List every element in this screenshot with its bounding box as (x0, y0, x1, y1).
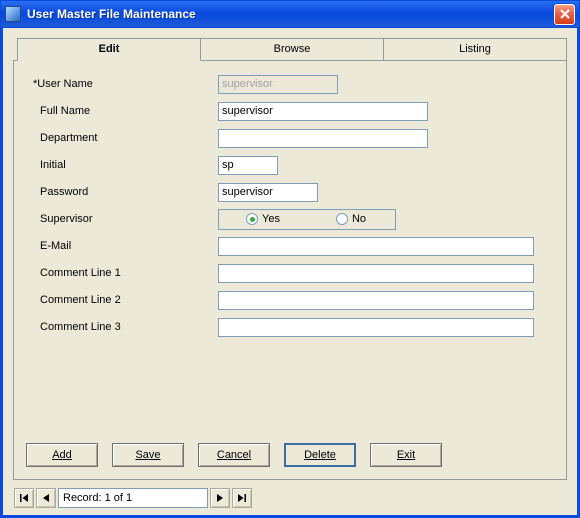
close-button[interactable] (554, 4, 575, 25)
comment2-field[interactable] (218, 291, 534, 310)
record-navigator (14, 487, 254, 509)
label-password: Password (28, 186, 218, 198)
exit-button[interactable]: Exit (370, 443, 442, 467)
tab-strip: Edit Browse Listing (17, 38, 567, 60)
password-field[interactable] (218, 183, 318, 202)
label-email: E-Mail (28, 240, 218, 252)
label-comment3: Comment Line 3 (28, 321, 218, 333)
tab-panel-edit: User Name Full Name Department Initial P… (13, 60, 567, 480)
supervisor-yes[interactable]: Yes (219, 213, 307, 225)
button-row: Add Save Cancel Delete Exit (26, 443, 554, 467)
label-user-name: User Name (28, 78, 218, 90)
title-bar: User Master File Maintenance (0, 0, 580, 28)
label-department: Department (28, 132, 218, 144)
prev-icon (42, 494, 50, 502)
nav-prev-button[interactable] (36, 488, 56, 508)
radio-icon (246, 213, 258, 225)
last-icon (238, 494, 246, 502)
label-initial: Initial (28, 159, 218, 171)
user-name-field (218, 75, 338, 94)
app-icon (5, 6, 21, 22)
supervisor-radio-group: Yes No (218, 209, 396, 230)
full-name-field[interactable] (218, 102, 428, 121)
comment1-field[interactable] (218, 264, 534, 283)
label-full-name: Full Name (28, 105, 218, 117)
initial-field[interactable] (218, 156, 278, 175)
next-icon (216, 494, 224, 502)
save-button[interactable]: Save (112, 443, 184, 467)
nav-next-button[interactable] (210, 488, 230, 508)
radio-icon (336, 213, 348, 225)
label-supervisor: Supervisor (28, 213, 218, 225)
nav-first-button[interactable] (14, 488, 34, 508)
comment3-field[interactable] (218, 318, 534, 337)
supervisor-no[interactable]: No (307, 213, 395, 225)
first-icon (20, 494, 28, 502)
radio-no-label: No (352, 213, 366, 225)
label-comment2: Comment Line 2 (28, 294, 218, 306)
delete-button[interactable]: Delete (284, 443, 356, 467)
email-field[interactable] (218, 237, 534, 256)
nav-last-button[interactable] (232, 488, 252, 508)
close-icon (560, 9, 570, 19)
add-button[interactable]: Add (26, 443, 98, 467)
client-area: Edit Browse Listing User Name Full Name … (0, 28, 580, 518)
radio-yes-label: Yes (262, 213, 280, 225)
department-field[interactable] (218, 129, 428, 148)
record-status-field[interactable] (58, 488, 208, 508)
label-comment1: Comment Line 1 (28, 267, 218, 279)
tab-listing[interactable]: Listing (383, 38, 567, 60)
tab-browse[interactable]: Browse (200, 38, 384, 60)
tab-edit[interactable]: Edit (17, 38, 201, 61)
cancel-button[interactable]: Cancel (198, 443, 270, 467)
window-title: User Master File Maintenance (27, 7, 554, 21)
